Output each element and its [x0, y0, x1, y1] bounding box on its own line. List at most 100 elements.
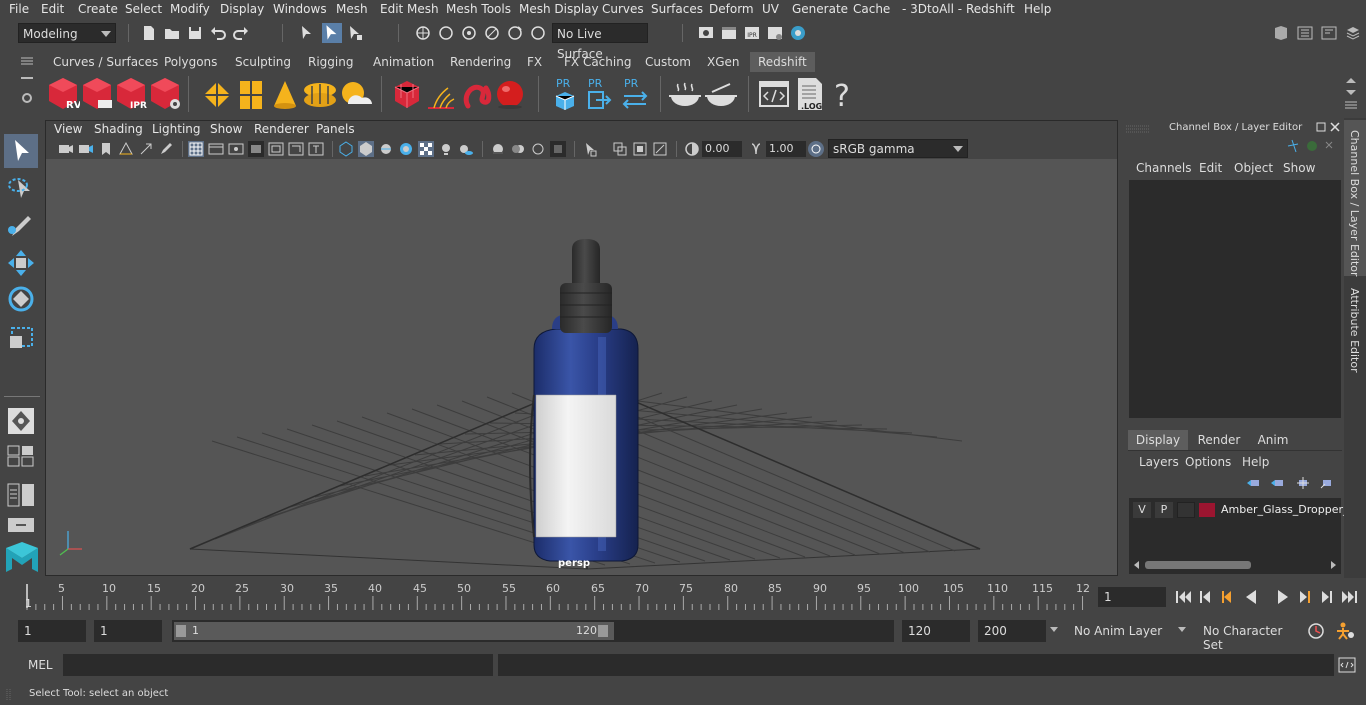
- menu-3dtoall[interactable]: - 3DtoAll -: [902, 2, 962, 16]
- safe-title-icon[interactable]: [308, 141, 324, 157]
- ipr-render-icon[interactable]: IPR: [743, 24, 761, 42]
- live-surface-field[interactable]: No Live Surface: [552, 23, 648, 61]
- menu-create[interactable]: Create: [78, 2, 118, 16]
- render-view-rv-icon[interactable]: RV: [46, 76, 80, 112]
- grid-toggle-icon[interactable]: [188, 141, 204, 157]
- sun-sky-icon[interactable]: [338, 78, 374, 112]
- field-chart-icon[interactable]: [268, 141, 284, 157]
- menu-modify[interactable]: Modify: [170, 2, 210, 16]
- character-set-dropdown[interactable]: No Character Set: [1178, 620, 1302, 652]
- scroll-left-icon[interactable]: [1133, 561, 1141, 569]
- render-ipr-icon[interactable]: IPR: [114, 76, 148, 112]
- channel-menu-channels[interactable]: Channels: [1136, 161, 1192, 175]
- viewport-menu-show[interactable]: Show: [210, 122, 242, 136]
- mesh-params-icon[interactable]: [236, 78, 266, 112]
- anti-aliasing-icon[interactable]: [530, 141, 546, 157]
- outliner-layout-icon[interactable]: [6, 516, 36, 534]
- channel-menu-object[interactable]: Object: [1234, 161, 1273, 175]
- camera-icon[interactable]: [58, 141, 74, 157]
- undo-icon[interactable]: [209, 24, 227, 42]
- bookmark-icon[interactable]: [98, 141, 114, 157]
- shelf-tab-curves-surfaces[interactable]: Curves / Surfaces: [53, 52, 158, 72]
- range-handle-start[interactable]: [176, 625, 186, 637]
- shelf-scroll-icon[interactable]: [1345, 76, 1357, 110]
- menu-display[interactable]: Display: [220, 2, 264, 16]
- toggle-channel-box-icon[interactable]: [1344, 24, 1362, 42]
- light-cone-icon[interactable]: [270, 78, 300, 112]
- scroll-right-icon[interactable]: [1329, 561, 1337, 569]
- layer-row[interactable]: V P Amber_Glass_Dropper_: [1133, 502, 1349, 518]
- isolate-select-icon[interactable]: [582, 141, 598, 157]
- workspace-layout-icon[interactable]: [1272, 24, 1290, 42]
- select-hierarchy-icon[interactable]: [298, 24, 316, 42]
- menu-cache[interactable]: Cache: [853, 2, 890, 16]
- viewport-menu-shading[interactable]: Shading: [94, 122, 143, 136]
- lasso-tool-icon[interactable]: [4, 172, 38, 206]
- snap-point-icon[interactable]: [460, 24, 478, 42]
- depth-of-field-icon[interactable]: [550, 141, 566, 157]
- menu-edit[interactable]: Edit: [41, 2, 64, 16]
- command-language-label[interactable]: MEL: [28, 658, 53, 672]
- viewport-menu-view[interactable]: View: [54, 122, 82, 136]
- shelf-tab-rigging[interactable]: Rigging: [308, 52, 353, 72]
- menu-mesh-display[interactable]: Mesh Display: [519, 2, 599, 16]
- toggle-attribute-editor-icon[interactable]: [1296, 24, 1314, 42]
- playback-end-field[interactable]: 120: [902, 620, 970, 642]
- menu-surfaces[interactable]: Surfaces: [651, 2, 703, 16]
- gamma-field[interactable]: 1.00: [766, 141, 806, 157]
- animation-preferences-icon[interactable]: [1334, 621, 1356, 641]
- side-tab-channel-box[interactable]: Channel Box / Layer Editor: [1344, 120, 1366, 277]
- hypershade-icon[interactable]: [789, 24, 807, 42]
- shelf-collapse-icon[interactable]: [21, 74, 33, 82]
- viewport-canvas[interactable]: persp: [46, 159, 1117, 575]
- two-pane-layout-icon[interactable]: [6, 482, 36, 508]
- shelf-tab-redshift[interactable]: Redshift: [750, 52, 815, 72]
- menu-icon[interactable]: [21, 57, 33, 65]
- layer-scrollbar[interactable]: [1133, 560, 1337, 570]
- layer-toolbar-icons[interactable]: [1245, 476, 1335, 490]
- use-all-lights-icon[interactable]: [438, 141, 454, 157]
- snap-grid-icon[interactable]: [414, 24, 432, 42]
- layer-tab-render[interactable]: Render: [1192, 430, 1246, 450]
- render-frame-icon[interactable]: [720, 24, 738, 42]
- script-editor-icon[interactable]: [1338, 656, 1356, 674]
- dome-light-icon[interactable]: [302, 78, 338, 112]
- new-scene-icon[interactable]: [140, 24, 158, 42]
- frame-selected-icon[interactable]: [632, 141, 648, 157]
- channel-menu-edit[interactable]: Edit: [1199, 161, 1222, 175]
- pr-cube-icon[interactable]: PR: [552, 76, 578, 112]
- image-plane-icon[interactable]: [118, 141, 134, 157]
- layer-tab-display[interactable]: Display: [1128, 430, 1188, 450]
- paint-select-tool-icon[interactable]: [4, 208, 38, 242]
- wireframe-icon[interactable]: [338, 141, 354, 157]
- side-tab-attribute-editor[interactable]: Attribute Editor: [1344, 282, 1366, 378]
- volume-grid-icon[interactable]: [392, 78, 422, 112]
- exposure-field[interactable]: 0.00: [702, 141, 742, 157]
- panel-grip[interactable]: [1126, 122, 1150, 133]
- menu-generate[interactable]: Generate: [792, 2, 848, 16]
- range-slider-track[interactable]: 1 120: [172, 620, 894, 642]
- 2d-pan-zoom-icon[interactable]: [138, 141, 154, 157]
- rotate-tool-icon[interactable]: [4, 282, 38, 316]
- menu-file[interactable]: File: [9, 2, 29, 16]
- proxy-icon[interactable]: [200, 78, 234, 112]
- pr-export-icon[interactable]: PR: [586, 76, 614, 112]
- command-input[interactable]: [63, 654, 493, 676]
- select-object-icon[interactable]: [322, 23, 342, 43]
- menu-redshift[interactable]: Redshift: [966, 2, 1015, 16]
- menu-edit-mesh[interactable]: Edit Mesh: [380, 2, 439, 16]
- xray-icon[interactable]: [418, 141, 434, 157]
- current-frame-field[interactable]: 1: [1098, 587, 1166, 607]
- shelf-tab-custom[interactable]: Custom: [645, 52, 691, 72]
- shelf-tab-fx-caching[interactable]: FX Caching: [564, 52, 631, 72]
- gamma-icon[interactable]: [748, 141, 764, 157]
- shadows-icon[interactable]: [458, 141, 474, 157]
- animation-end-field[interactable]: 200: [978, 620, 1046, 642]
- safe-action-icon[interactable]: [288, 141, 304, 157]
- menu-mesh[interactable]: Mesh: [336, 2, 368, 16]
- gate-mask-icon[interactable]: [248, 141, 264, 157]
- layer-visibility-toggle[interactable]: V: [1133, 502, 1151, 518]
- menu-select[interactable]: Select: [125, 2, 162, 16]
- save-scene-icon[interactable]: [186, 24, 204, 42]
- playback-start-field[interactable]: 1: [94, 620, 162, 642]
